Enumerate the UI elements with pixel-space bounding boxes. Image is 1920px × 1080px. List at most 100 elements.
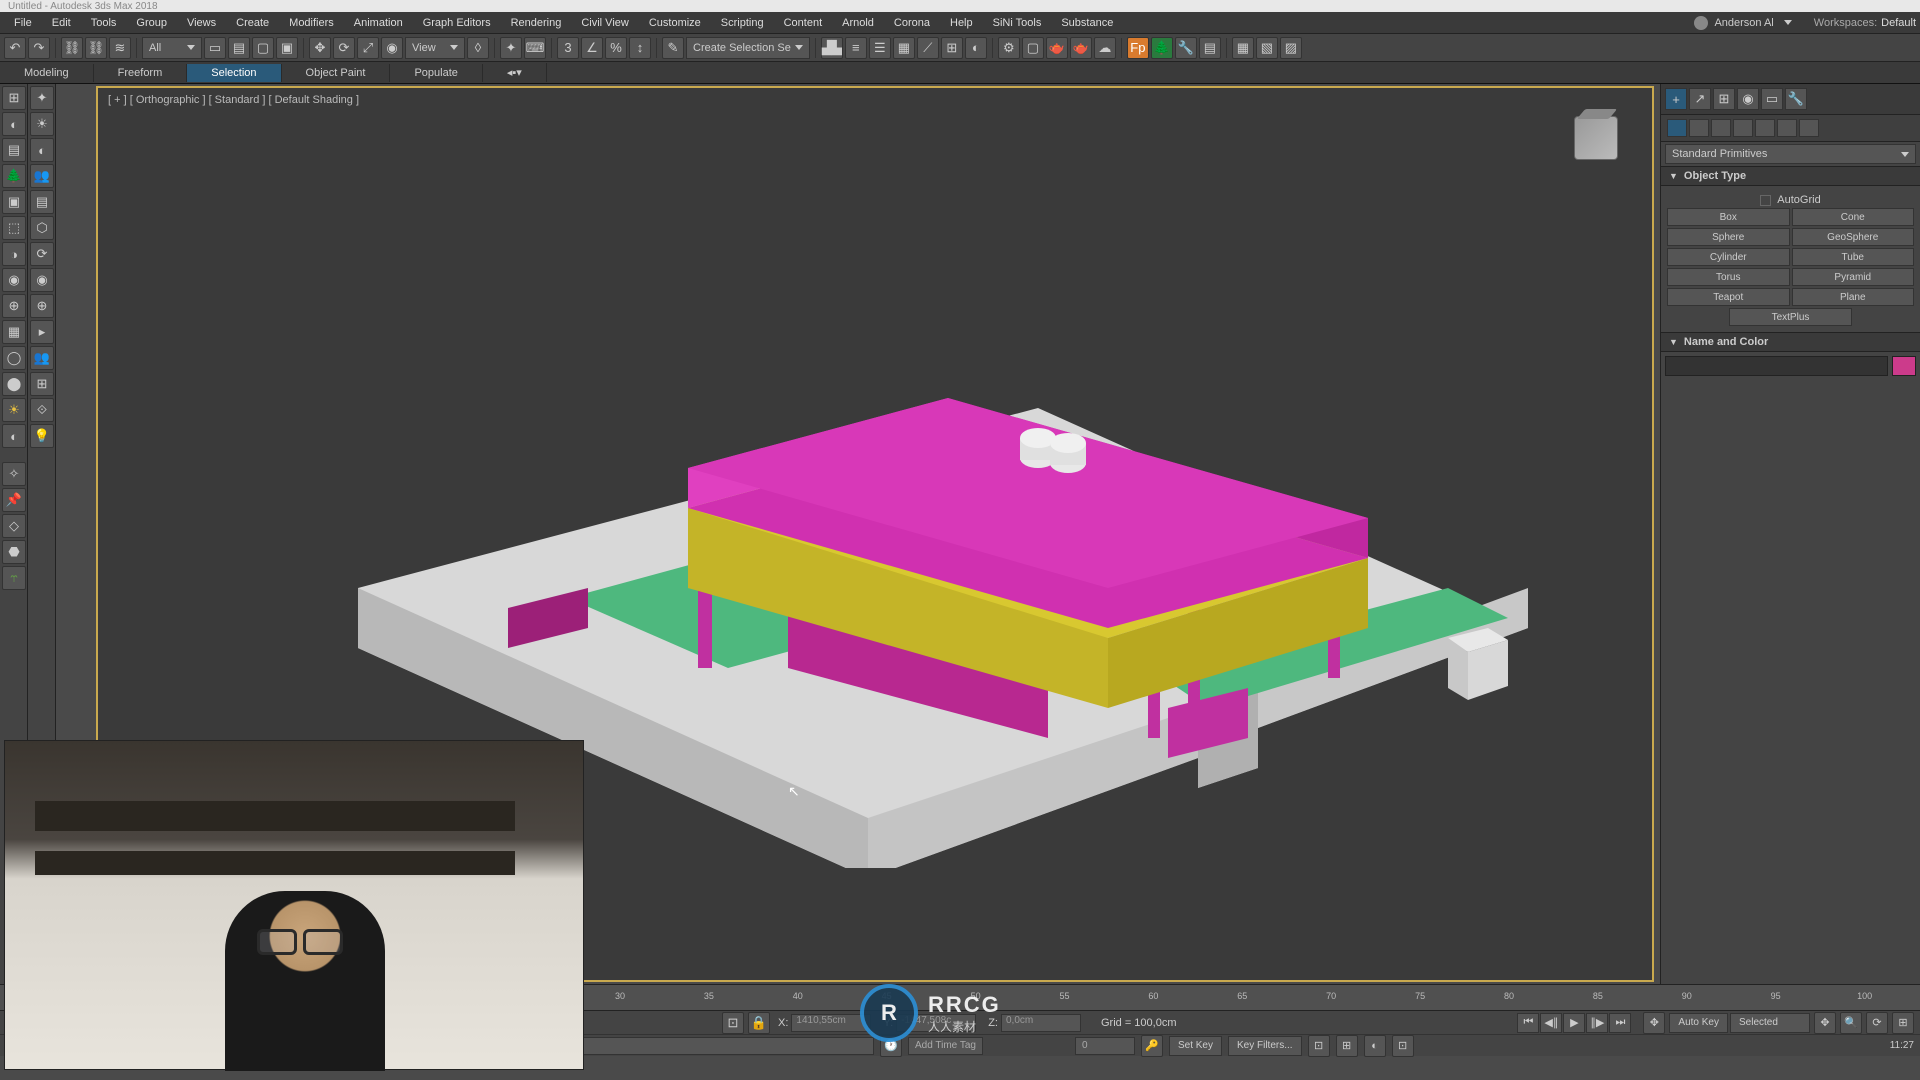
- lt2-tool-3[interactable]: ◐: [30, 138, 54, 162]
- isolate-button[interactable]: ⊡: [722, 1012, 744, 1034]
- category-dropdown[interactable]: Standard Primitives: [1665, 144, 1916, 164]
- menu-create[interactable]: Create: [226, 15, 279, 31]
- angle-snap-button[interactable]: ∠: [581, 37, 603, 59]
- render-setup-button[interactable]: ⚙: [998, 37, 1020, 59]
- nav2-a[interactable]: ⊡: [1308, 1035, 1330, 1057]
- menu-rendering[interactable]: Rendering: [501, 15, 572, 31]
- selection-filter-dropdown[interactable]: All: [142, 37, 202, 59]
- subtab-systems[interactable]: [1799, 119, 1819, 137]
- subtab-helpers[interactable]: [1755, 119, 1775, 137]
- lt-tool-14[interactable]: ◐: [2, 424, 26, 448]
- menu-sini-tools[interactable]: SiNi Tools: [983, 15, 1052, 31]
- goto-start-button[interactable]: ⏮: [1517, 1013, 1539, 1033]
- menu-substance[interactable]: Substance: [1051, 15, 1123, 31]
- manipulate-button[interactable]: ✦: [500, 37, 522, 59]
- plugin-forest-button[interactable]: 🌲: [1151, 37, 1173, 59]
- use-center-button[interactable]: ◊: [467, 37, 489, 59]
- ribbon-tab-freeform[interactable]: Freeform: [94, 64, 188, 82]
- lt-tool-17[interactable]: ◇: [2, 514, 26, 538]
- menu-file[interactable]: File: [4, 15, 42, 31]
- lt-tool-1[interactable]: ⊞: [2, 86, 26, 110]
- set-key-button[interactable]: Set Key: [1169, 1036, 1222, 1056]
- plugin-list-button[interactable]: ▤: [1199, 37, 1221, 59]
- window-crossing-button[interactable]: ▣: [276, 37, 298, 59]
- menu-group[interactable]: Group: [126, 15, 177, 31]
- tab-modify[interactable]: ↗: [1689, 88, 1711, 110]
- section-name-color[interactable]: ▼ Name and Color: [1661, 332, 1920, 352]
- layer-explorer-button[interactable]: ☰: [869, 37, 891, 59]
- lt2-tool-8[interactable]: ◉: [30, 268, 54, 292]
- lt-tool-6[interactable]: ⬚: [2, 216, 26, 240]
- btn-cone[interactable]: Cone: [1792, 208, 1915, 226]
- lt-tool-9[interactable]: ⊕: [2, 294, 26, 318]
- subtab-lights[interactable]: [1711, 119, 1731, 137]
- lt2-tool-11[interactable]: 👥: [30, 346, 54, 370]
- auto-key-button[interactable]: Auto Key: [1669, 1013, 1728, 1033]
- link-button[interactable]: ⛓: [61, 37, 83, 59]
- select-place-button[interactable]: ◉: [381, 37, 403, 59]
- menu-views[interactable]: Views: [177, 15, 226, 31]
- menu-corona[interactable]: Corona: [884, 15, 940, 31]
- ribbon-tab-object-paint[interactable]: Object Paint: [282, 64, 391, 82]
- plugin-a-button[interactable]: ▦: [1232, 37, 1254, 59]
- mirror-button[interactable]: ▟▙: [821, 37, 843, 59]
- tab-display[interactable]: ▭: [1761, 88, 1783, 110]
- percent-snap-button[interactable]: %: [605, 37, 627, 59]
- material-editor-button[interactable]: ◐: [965, 37, 987, 59]
- lt-tool-11[interactable]: ◯: [2, 346, 26, 370]
- lt2-tool-10[interactable]: ▸: [30, 320, 54, 344]
- btn-box[interactable]: Box: [1667, 208, 1790, 226]
- subtab-geometry[interactable]: [1667, 119, 1687, 137]
- lt-tool-13[interactable]: ☀: [2, 398, 26, 422]
- btn-teapot[interactable]: Teapot: [1667, 288, 1790, 306]
- btn-textplus[interactable]: TextPlus: [1729, 308, 1853, 326]
- ribbon-tab-selection[interactable]: Selection: [187, 64, 281, 82]
- menu-graph-editors[interactable]: Graph Editors: [413, 15, 501, 31]
- play-button[interactable]: ▶: [1563, 1013, 1585, 1033]
- menu-scripting[interactable]: Scripting: [711, 15, 774, 31]
- next-frame-button[interactable]: ∥▶: [1586, 1013, 1608, 1033]
- lt-tool-8[interactable]: ◉: [2, 268, 26, 292]
- viewport-label[interactable]: [ + ] [ Orthographic ] [ Standard ] [ De…: [108, 94, 359, 106]
- lt-tool-4[interactable]: 🌲: [2, 164, 26, 188]
- named-selection-dropdown[interactable]: Create Selection Se: [686, 37, 810, 59]
- ref-coord-dropdown[interactable]: View: [405, 37, 465, 59]
- lt2-tool-2[interactable]: ☀: [30, 112, 54, 136]
- spinner-snap-button[interactable]: ↕: [629, 37, 651, 59]
- user-account[interactable]: Anderson Al: [1684, 16, 1801, 30]
- snap-toggle-button[interactable]: 3: [557, 37, 579, 59]
- render-button[interactable]: 🫖: [1046, 37, 1068, 59]
- lt2-tool-5[interactable]: ▤: [30, 190, 54, 214]
- workspace-dropdown[interactable]: Default: [1881, 17, 1916, 29]
- edit-selection-button[interactable]: ✎: [662, 37, 684, 59]
- ribbon-tab-extras[interactable]: ◂▪▾: [483, 63, 547, 82]
- select-scale-button[interactable]: ⤢: [357, 37, 379, 59]
- key-mode-button[interactable]: 🔑: [1141, 1035, 1163, 1057]
- key-filters-button[interactable]: Key Filters...: [1228, 1036, 1302, 1056]
- lt2-tool-4[interactable]: 👥: [30, 164, 54, 188]
- plugin-b-button[interactable]: ▧: [1256, 37, 1278, 59]
- key-filter-dropdown[interactable]: Selected: [1730, 1013, 1810, 1033]
- menu-arnold[interactable]: Arnold: [832, 15, 884, 31]
- btn-torus[interactable]: Torus: [1667, 268, 1790, 286]
- menu-modifiers[interactable]: Modifiers: [279, 15, 344, 31]
- btn-cylinder[interactable]: Cylinder: [1667, 248, 1790, 266]
- object-name-input[interactable]: [1665, 356, 1888, 376]
- tab-create[interactable]: +: [1665, 88, 1687, 110]
- select-rotate-button[interactable]: ⟳: [333, 37, 355, 59]
- btn-sphere[interactable]: Sphere: [1667, 228, 1790, 246]
- lt-tool-10[interactable]: ▦: [2, 320, 26, 344]
- plugin-tool-button[interactable]: 🔧: [1175, 37, 1197, 59]
- lt2-tool-13[interactable]: ⟐: [30, 398, 54, 422]
- plugin-c-button[interactable]: ▨: [1280, 37, 1302, 59]
- lt-tool-5[interactable]: ▣: [2, 190, 26, 214]
- ribbon-tab-populate[interactable]: Populate: [390, 64, 482, 82]
- lt-tool-19[interactable]: ⥾: [2, 566, 26, 590]
- selection-lock-button[interactable]: 🔒: [748, 1012, 770, 1034]
- subtab-shapes[interactable]: [1689, 119, 1709, 137]
- lt2-tool-6[interactable]: ⬡: [30, 216, 54, 240]
- lt-tool-16[interactable]: 📌: [2, 488, 26, 512]
- lt-tool-2[interactable]: ◐: [2, 112, 26, 136]
- menu-tools[interactable]: Tools: [81, 15, 127, 31]
- schematic-view-button[interactable]: ⊞: [941, 37, 963, 59]
